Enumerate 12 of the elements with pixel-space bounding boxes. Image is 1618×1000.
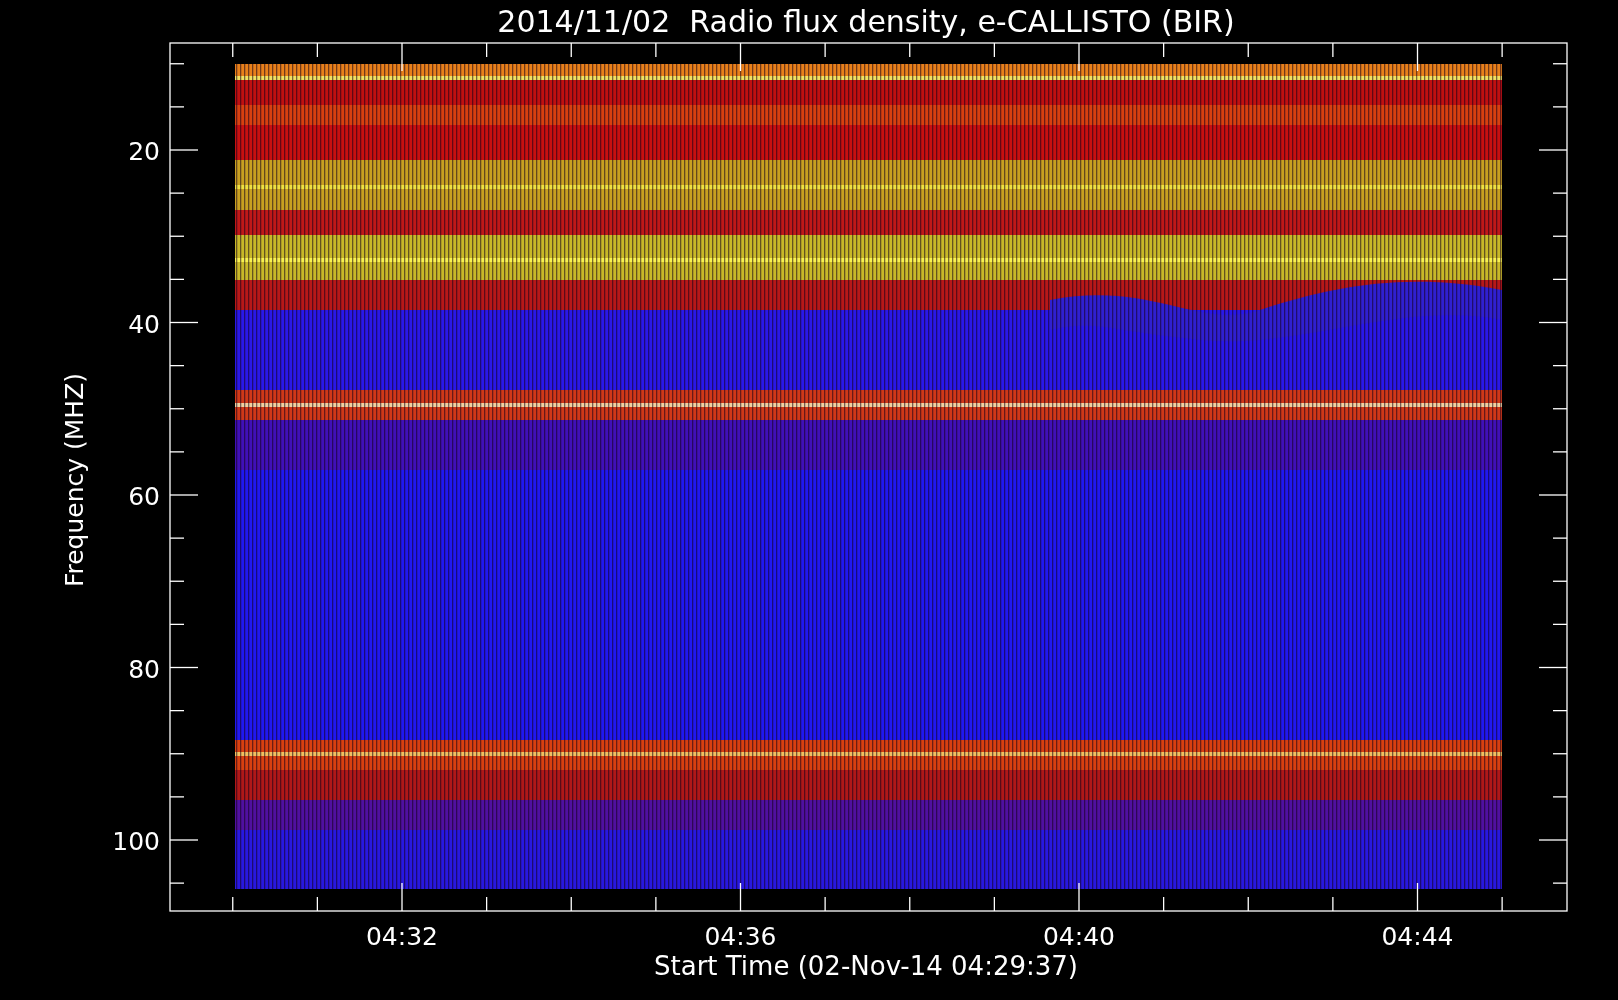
x-tick-label: 04:36 — [704, 922, 777, 951]
x-tick-label: 04:44 — [1381, 922, 1454, 951]
x-axis-label: Start Time (02-Nov-14 04:29:37) — [654, 951, 1078, 981]
y-tick-label: 80 — [128, 654, 160, 684]
x-tick-label: 04:40 — [1043, 922, 1115, 951]
y-axis-label: Frequency (MHZ) — [60, 372, 89, 588]
y-tick-label: 20 — [128, 137, 160, 166]
plot-title: 2014/11/02 Radio flux density, e-CALLISTO (BIR) — [497, 4, 1235, 39]
y-tick-label: 40 — [128, 309, 160, 339]
y-tick-label: 60 — [128, 482, 160, 511]
y-tick-label: 100 — [112, 827, 160, 856]
x-tick-label: 04:32 — [366, 922, 438, 951]
